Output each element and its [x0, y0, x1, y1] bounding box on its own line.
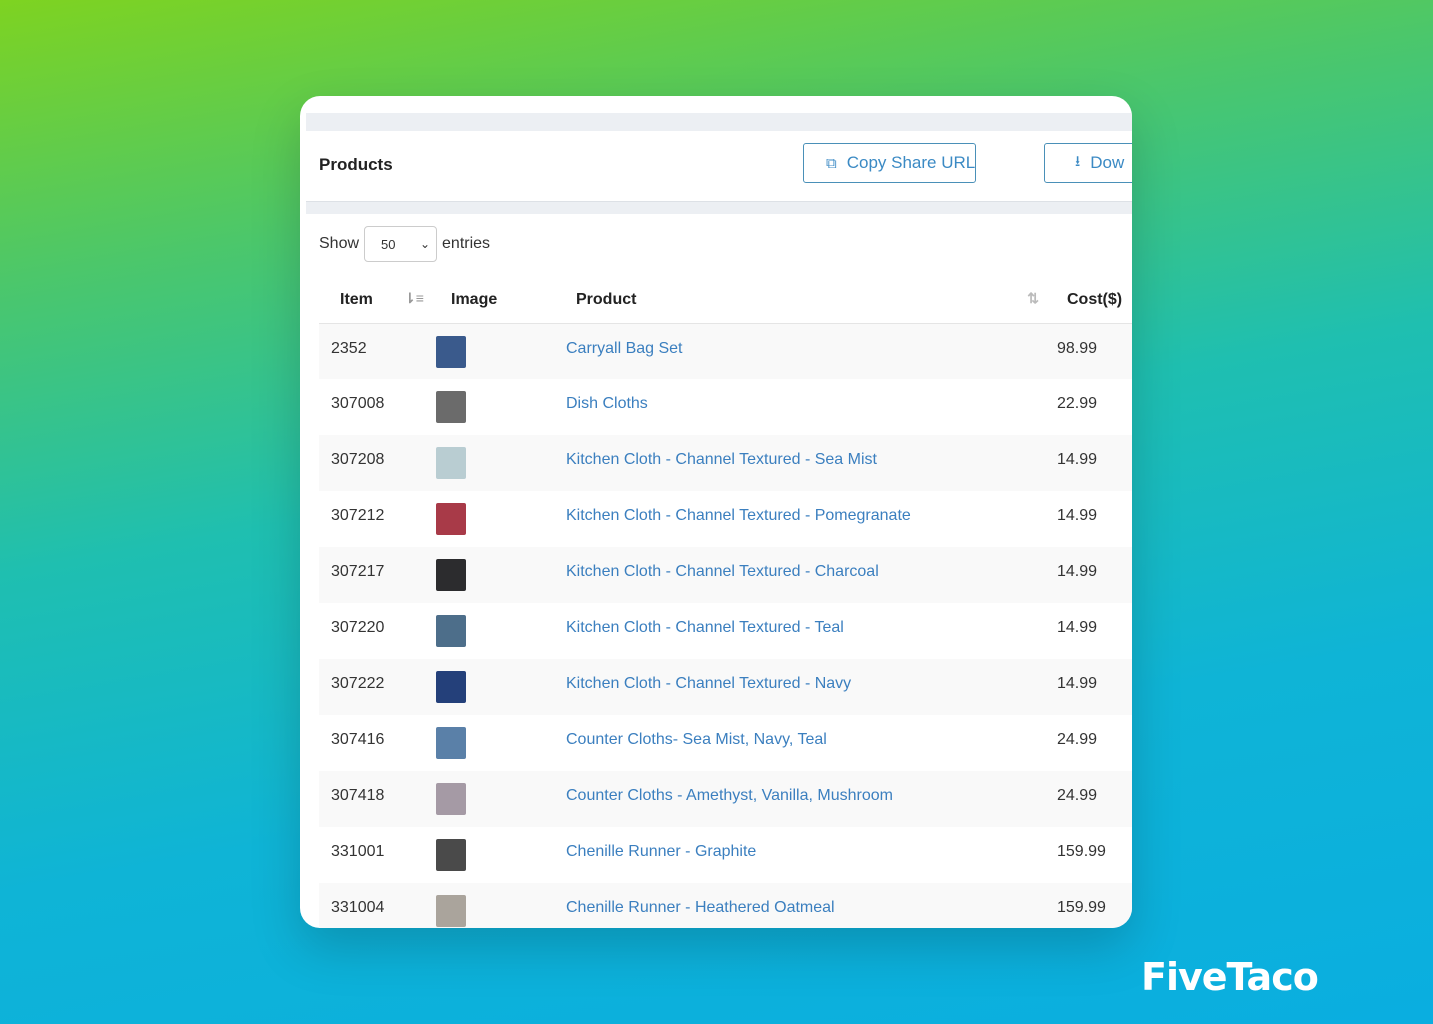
top-band	[306, 113, 1132, 131]
item-cell: 307418	[319, 771, 431, 827]
product-thumbnail	[436, 391, 466, 423]
item-cell: 331004	[319, 883, 431, 928]
item-cell: 307008	[331, 395, 385, 412]
table-row: 307217 Kitchen Cloth - Channel Textured …	[319, 547, 1132, 603]
product-thumbnail	[436, 671, 466, 703]
cost-cell: 159.99	[1057, 843, 1106, 860]
image-cell	[431, 435, 556, 491]
product-link[interactable]: Kitchen Cloth - Channel Textured - Charc…	[566, 563, 879, 580]
image-cell	[431, 323, 556, 379]
product-thumbnail	[436, 727, 466, 759]
table-row: 2352 Carryall Bag Set 98.99	[319, 323, 1132, 379]
image-cell	[431, 379, 556, 435]
image-cell	[431, 771, 556, 827]
chevron-down-icon: ⌄	[419, 237, 431, 251]
entries-label: entries	[442, 235, 491, 252]
image-cell	[431, 715, 556, 771]
table-row: 307416 Counter Cloths- Sea Mist, Navy, T…	[319, 715, 1132, 771]
products-card: Products ⧉ Copy Share URL ⭳ Dow Show 50 …	[300, 96, 1132, 928]
download-label: Dow	[1090, 153, 1125, 172]
product-thumbnail	[436, 559, 466, 591]
product-link[interactable]: Kitchen Cloth - Channel Textured - Navy	[566, 675, 851, 692]
column-header-cost[interactable]: Cost($)	[1047, 278, 1132, 324]
download-icon: ⭳	[1075, 152, 1081, 170]
cost-cell: 24.99	[1057, 731, 1098, 748]
table-row: 307220 Kitchen Cloth - Channel Textured …	[319, 603, 1132, 659]
image-cell	[431, 883, 556, 928]
sort-desc-icon[interactable]: ⇂≡	[404, 290, 424, 307]
table-row: 307222 Kitchen Cloth - Channel Textured …	[319, 659, 1132, 715]
cost-cell: 14.99	[1057, 619, 1098, 636]
product-link[interactable]: Counter Cloths- Sea Mist, Navy, Teal	[566, 731, 827, 748]
table-row: 307212 Kitchen Cloth - Channel Textured …	[319, 491, 1132, 547]
cost-cell: 98.99	[1047, 323, 1132, 379]
item-cell: 307212	[331, 507, 385, 524]
product-link[interactable]: Carryall Bag Set	[566, 340, 683, 357]
item-header-label: Item	[340, 291, 373, 309]
download-button[interactable]: ⭳ Dow	[1044, 143, 1132, 183]
cost-cell: 14.99	[1047, 547, 1132, 603]
product-header-label: Product	[576, 291, 637, 309]
table-row: 331001 Chenille Runner - Graphite 159.99	[319, 827, 1132, 883]
item-cell: 307222	[319, 659, 431, 715]
product-link[interactable]: Kitchen Cloth - Channel Textured - Teal	[566, 619, 844, 636]
cost-cell: 22.99	[1057, 395, 1098, 412]
product-thumbnail	[436, 615, 466, 647]
item-cell: 307416	[331, 731, 385, 748]
column-header-image: Image	[431, 278, 556, 324]
table-row: 307008 Dish Cloths 22.99	[319, 379, 1132, 435]
products-table: Item ⇂≡ Image Product ⇅ Cost($) 2352 Carry…	[319, 278, 1132, 928]
product-thumbnail	[436, 447, 466, 479]
cost-cell: 14.99	[1047, 435, 1132, 491]
item-cell: 331001	[331, 843, 385, 860]
image-cell	[431, 827, 556, 883]
product-link[interactable]: Dish Cloths	[566, 395, 648, 412]
product-thumbnail	[436, 895, 466, 927]
item-cell: 307208	[319, 435, 431, 491]
entries-select-value: 50	[381, 236, 396, 252]
copy-share-url-button[interactable]: ⧉ Copy Share URL	[803, 143, 977, 183]
product-link[interactable]: Kitchen Cloth - Channel Textured - Pomeg…	[566, 507, 911, 524]
product-link[interactable]: Chenille Runner - Heathered Oatmeal	[566, 899, 835, 916]
separator-band	[306, 202, 1132, 214]
product-thumbnail	[436, 783, 466, 815]
item-cell: 307220	[331, 619, 385, 636]
cost-cell: 24.99	[1047, 771, 1132, 827]
item-cell: 307217	[319, 547, 431, 603]
cost-cell: 14.99	[1047, 659, 1132, 715]
image-cell	[431, 659, 556, 715]
table-row: 307208 Kitchen Cloth - Channel Textured …	[319, 435, 1132, 491]
table-row: 307418 Counter Cloths - Amethyst, Vanill…	[319, 771, 1132, 827]
product-link[interactable]: Chenille Runner - Graphite	[566, 843, 756, 860]
product-thumbnail	[436, 503, 466, 535]
show-label: Show	[319, 235, 360, 252]
product-thumbnail	[436, 839, 466, 871]
sort-icon[interactable]: ⇅	[1027, 290, 1039, 307]
column-header-item[interactable]: Item ⇂≡	[319, 278, 431, 324]
product-thumbnail	[436, 335, 466, 368]
entries-select[interactable]: 50 ⌄	[364, 226, 438, 262]
fivetaco-logo: FiveTaco	[1141, 955, 1319, 999]
column-header-product[interactable]: Product ⇅	[556, 278, 1047, 324]
product-link[interactable]: Kitchen Cloth - Channel Textured - Sea M…	[566, 451, 877, 468]
image-cell	[431, 491, 556, 547]
panel-header: Products	[306, 131, 1132, 202]
table-row: 331004 Chenille Runner - Heathered Oatme…	[319, 883, 1132, 928]
image-cell	[431, 603, 556, 659]
product-link[interactable]: Counter Cloths - Amethyst, Vanilla, Mush…	[566, 787, 893, 804]
entries-length-control: Show 50 ⌄ entries	[319, 226, 490, 262]
item-cell: 2352	[319, 323, 431, 379]
image-cell	[431, 547, 556, 603]
copy-share-url-label: Copy Share URL	[846, 153, 976, 172]
panel-title: Products	[319, 155, 393, 174]
cost-cell: 159.99	[1047, 883, 1132, 928]
cost-cell: 14.99	[1057, 507, 1098, 524]
copy-icon: ⧉	[826, 154, 837, 172]
